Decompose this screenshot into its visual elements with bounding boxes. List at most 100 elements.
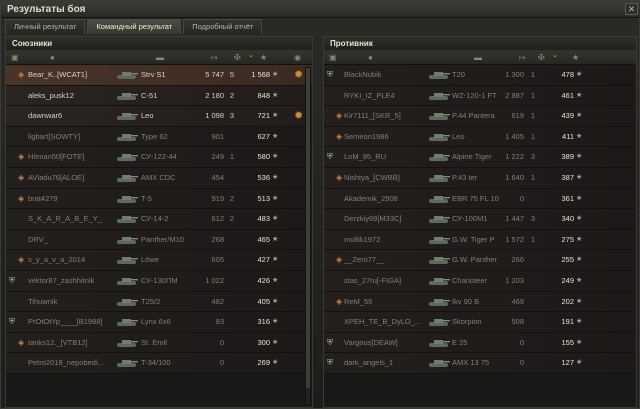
player-row[interactable]: XPEH_TE_B_DyLO_... Skorpion 508 191 ★	[324, 312, 636, 333]
title-bar: Результаты боя ✕	[1, 1, 640, 18]
squad-column-icon[interactable]: ▣	[329, 53, 337, 62]
tab-team-result[interactable]: Командный результат	[87, 19, 182, 34]
player-name[interactable]: dawnwar6	[28, 106, 124, 126]
player-row[interactable]: ⛨ LoM_95_RU Alpine Tiger 1 222 3 389 ★	[324, 147, 636, 168]
allies-panel: Союзники ▣ ● ▬ ↦ ✠ ⌄ ★ ◉ ◈ Bear_K..[WCAT1…	[5, 36, 313, 408]
enemies-title: Противник	[324, 37, 636, 51]
player-row[interactable]: ◈ brat4279 T-5 919 2 513 ★	[6, 188, 312, 210]
clan-badge-icon: ⛨	[327, 70, 333, 79]
tank-icon	[428, 152, 450, 162]
squad-column-icon[interactable]: ▣	[11, 53, 19, 62]
player-row[interactable]: ligbart[SOWTY] Type 62 901 627 ★	[6, 126, 312, 148]
scroll-thumb[interactable]	[306, 68, 310, 388]
xp-column-icon[interactable]: ★	[260, 53, 267, 62]
player-name[interactable]: brat4279	[28, 189, 124, 209]
frags-value: 1	[530, 70, 536, 79]
player-row[interactable]: ⛨ PrOtOtYp____[B1988] Lynx 6x6 93 316 ★	[6, 312, 312, 333]
tank-name: AMX CDC	[141, 172, 176, 182]
star-icon: ★	[272, 318, 279, 326]
player-name[interactable]: AVladu76[ALOE]	[28, 168, 124, 188]
frags-value	[226, 230, 238, 250]
allies-scrollbar[interactable]	[305, 67, 311, 405]
player-name[interactable]: vektor87_zashhitnik	[28, 271, 124, 291]
player-row[interactable]: multik1972 G.W. Tiger P1 572 1 275 ★	[324, 229, 636, 251]
damage-value: 919	[211, 193, 224, 203]
player-row[interactable]: ⛨ dark_angels_1 AMX 13 75 0 127 ★	[324, 353, 636, 374]
player-row[interactable]: ⛨ BlackNubik T20 1 300 1 478 ★	[324, 65, 636, 86]
player-row[interactable]: ⛨ Vargous[DEAW] E 25 0 155 ★	[324, 332, 636, 354]
damage-value: 1 405	[505, 131, 524, 141]
player-row[interactable]: ◈ Bear_K..[WCAT1] Strv S1 5 747 5 1 568 ★ ✹	[6, 65, 312, 86]
frags-column-icon[interactable]: ✠	[234, 53, 241, 62]
player-row[interactable]: Petro2018_nepobedi... T-34/100 0 269 ★	[6, 353, 312, 374]
player-row[interactable]: ◈ ReM_56 Ikv 90 B 469 202 ★	[324, 291, 636, 313]
tank-icon	[116, 132, 138, 142]
damage-value: 0	[519, 337, 524, 347]
damage-column-icon[interactable]: ↦	[519, 53, 526, 62]
xp-value: 361	[561, 193, 574, 203]
player-row[interactable]: aleks_pusk12 C-51 2 180 2 848 ★	[6, 85, 312, 107]
xp-value: 1 568	[251, 70, 270, 79]
player-row[interactable]: ◈ tanks12._[VTB12] St. Emil 0 300 ★	[6, 332, 312, 354]
player-row[interactable]: ⛨ vektor87_zashhitnik СУ-130ПМ 1 022 426 ★	[6, 270, 312, 292]
player-row[interactable]: ◈ Kir7111_[SKR_5] P.44 Pantera 619 1 439 ★	[324, 106, 636, 127]
frags-column-icon[interactable]: ✠	[538, 53, 545, 62]
player-name[interactable]: Hitman50[FOTE]	[28, 147, 124, 167]
player-name[interactable]: aleks_pusk12	[28, 86, 124, 106]
player-name[interactable]: S_K_A_R_A_B_E_Y_	[28, 209, 124, 229]
player-row[interactable]: ◈ Hitman50[FOTE] СУ-122-44 249 1 580 ★	[6, 147, 312, 168]
player-name[interactable]: Petro2018_nepobedi...	[28, 353, 124, 373]
player-row[interactable]: ◈ AVladu76[ALOE] AMX CDC 454 536 ★	[6, 167, 312, 189]
tab-detailed-report[interactable]: Подробный отчёт	[183, 19, 263, 34]
tank-icon	[116, 214, 138, 224]
close-button[interactable]: ✕	[625, 3, 638, 15]
player-column-icon[interactable]: ●	[368, 53, 373, 62]
player-name[interactable]: ligbart[SOWTY]	[28, 127, 124, 147]
tank-name: T25/2	[141, 296, 161, 306]
player-row[interactable]: Tihuwnik T25/2 482 405 ★	[6, 291, 312, 313]
xp-value: 127	[561, 358, 574, 368]
xp-column-icon[interactable]: ★	[572, 53, 579, 62]
frags-value: 1	[530, 234, 536, 244]
platoon-icon: ◈	[18, 193, 25, 203]
damage-value: 2 887	[505, 90, 524, 100]
frags-value: 1	[530, 90, 536, 100]
damage-column-icon[interactable]: ↦	[211, 53, 218, 62]
damage-value: 1 203	[505, 275, 524, 285]
player-name[interactable]: s_y_a_v_a_2014	[28, 250, 124, 270]
frags-value	[226, 333, 238, 353]
damage-value: 1 572	[505, 234, 524, 244]
tank-icon	[428, 276, 450, 286]
tank-column-icon[interactable]: ▬	[156, 53, 164, 62]
player-row[interactable]: DRV_ Panther/M10 268 465 ★	[6, 229, 312, 251]
star-icon: ★	[576, 215, 583, 223]
frags-value	[226, 127, 238, 147]
player-row[interactable]: ◈ Semeon1986 Leo 1 405 1 411 ★	[324, 126, 636, 148]
player-row[interactable]: S_K_A_R_A_B_E_Y_ СУ-14-2 612 2 483 ★	[6, 209, 312, 230]
player-row[interactable]: Derzkiy69[M33C] СУ-100М1 1 447 3 340 ★	[324, 209, 636, 230]
tank-column-icon[interactable]: ▬	[474, 53, 482, 62]
medal-column-icon[interactable]: ◉	[294, 53, 301, 62]
player-row[interactable]: dawnwar6 Leo 1 098 3 721 ★ ✹	[6, 106, 312, 127]
xp-value: 580	[257, 152, 270, 162]
player-column-icon[interactable]: ●	[50, 53, 55, 62]
player-name[interactable]: Bear_K..[WCAT1]	[28, 65, 124, 85]
star-icon: ★	[272, 112, 279, 120]
player-row[interactable]: ◈ Nishtya_[CWBB] P.43 ter 1 640 1 387 ★	[324, 167, 636, 189]
player-row[interactable]: ◈ s_y_a_v_a_2014 Löwe 605 427 ★	[6, 250, 312, 271]
tank-name: T-34/100	[141, 358, 171, 368]
damage-value: 1 447	[505, 214, 524, 224]
player-name[interactable]: Tihuwnik	[28, 292, 124, 312]
player-row[interactable]: stas_27ru[-FIGA] Charioteer 1 203 249 ★	[324, 270, 636, 292]
damage-value: 93	[215, 317, 224, 327]
player-row[interactable]: ◈ __Zero77__ G.W. Panther 266 255 ★	[324, 250, 636, 271]
tank-name: C-51	[141, 90, 158, 100]
damage-value: 266	[511, 255, 524, 265]
player-name[interactable]: PrOtOtYp____[B1988]	[28, 312, 124, 332]
player-row[interactable]: RYKI_IZ_PLE4 WZ-120-1 FT 2 887 1 461 ★	[324, 85, 636, 107]
xp-value: 202	[561, 296, 574, 306]
player-name[interactable]: tanks12._[VTB12]	[28, 333, 124, 353]
player-row[interactable]: Akademik_2908 EBR 75 FL 10 0 361 ★	[324, 188, 636, 210]
player-name[interactable]: DRV_	[28, 230, 124, 250]
tab-personal-result[interactable]: Личный результат	[5, 19, 86, 34]
